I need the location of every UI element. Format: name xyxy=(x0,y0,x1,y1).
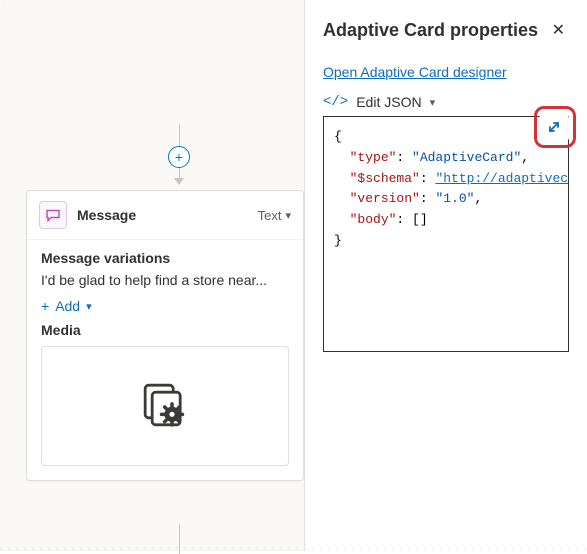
variations-section: Message variations I'd be glad to help f… xyxy=(27,240,303,318)
media-section: Media xyxy=(27,318,303,480)
json-key-body: "body" xyxy=(350,212,397,227)
panel-header: Adaptive Card properties ✕ xyxy=(323,16,569,44)
media-title: Media xyxy=(41,322,289,338)
json-editor-wrap: { "type": "AdaptiveCard", "$schema": "ht… xyxy=(323,116,569,352)
arrowhead-icon xyxy=(174,178,184,185)
json-val-version: "1.0" xyxy=(435,191,474,206)
card-settings-icon xyxy=(137,377,193,436)
json-val-schema-link[interactable]: "http://adaptivecards.i xyxy=(435,171,569,186)
torn-edge-left xyxy=(0,0,6,551)
open-designer-link[interactable]: Open Adaptive Card designer xyxy=(323,64,507,80)
close-icon: ✕ xyxy=(552,22,565,39)
media-placeholder[interactable] xyxy=(41,346,289,466)
plus-icon: + xyxy=(175,150,183,164)
json-brace-close: } xyxy=(334,233,342,248)
message-node-card[interactable]: Message Text ▾ Message variations I'd be… xyxy=(26,190,304,481)
message-card-header: Message Text ▾ xyxy=(27,191,303,240)
message-type-label: Text xyxy=(258,208,282,223)
expand-icon xyxy=(546,119,562,138)
variations-title: Message variations xyxy=(41,250,289,266)
add-node-button[interactable]: + xyxy=(168,146,190,168)
json-brace-open: { xyxy=(334,129,342,144)
json-editor[interactable]: { "type": "AdaptiveCard", "$schema": "ht… xyxy=(323,116,569,352)
message-type-dropdown[interactable]: Text ▾ xyxy=(258,208,291,223)
edit-json-toggle[interactable]: </> Edit JSON ▾ xyxy=(323,94,569,110)
code-icon: </> xyxy=(323,94,348,110)
chevron-down-icon: ▾ xyxy=(86,300,92,313)
properties-panel: Adaptive Card properties ✕ Open Adaptive… xyxy=(305,0,587,551)
panel-title: Adaptive Card properties xyxy=(323,20,538,41)
canvas-area: + Message Text ▾ Message variations I'd … xyxy=(0,0,305,551)
add-variation-label: Add xyxy=(55,298,80,314)
variation-text-preview[interactable]: I'd be glad to help find a store near... xyxy=(41,272,289,288)
chevron-down-icon: ▾ xyxy=(430,96,436,109)
json-val-body: [] xyxy=(412,212,428,227)
torn-edge-bottom xyxy=(0,547,587,551)
add-variation-button[interactable]: + Add ▾ xyxy=(41,298,289,314)
plus-icon: + xyxy=(41,298,49,314)
json-key-type: "type" xyxy=(350,150,397,165)
edit-json-label: Edit JSON xyxy=(356,94,421,110)
close-panel-button[interactable]: ✕ xyxy=(548,16,569,44)
json-key-schema: "$schema" xyxy=(350,171,420,186)
json-key-version: "version" xyxy=(350,191,420,206)
message-card-title: Message xyxy=(77,207,248,223)
message-icon xyxy=(39,201,67,229)
expand-editor-button[interactable] xyxy=(539,113,569,143)
chevron-down-icon: ▾ xyxy=(285,209,291,222)
json-val-type: "AdaptiveCard" xyxy=(412,150,521,165)
